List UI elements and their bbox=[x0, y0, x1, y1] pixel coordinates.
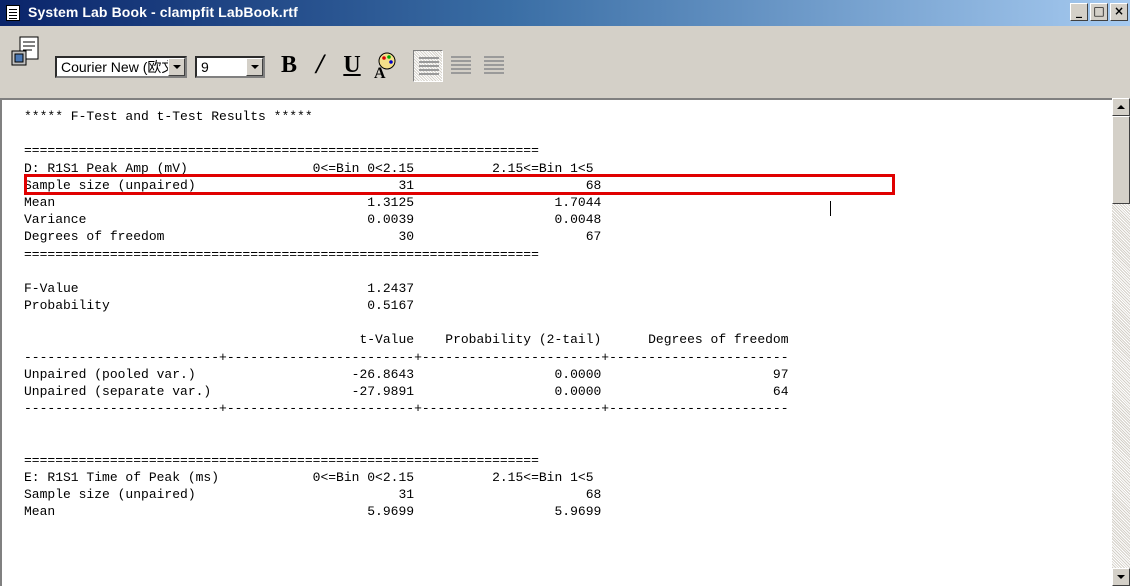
chevron-down-icon[interactable] bbox=[246, 58, 263, 76]
font-name-select[interactable]: Courier New (欧文) bbox=[55, 56, 187, 78]
font-size-value: 9 bbox=[201, 59, 209, 75]
align-center-button[interactable] bbox=[446, 50, 476, 82]
font-color-button[interactable]: A bbox=[370, 50, 402, 82]
document-editor[interactable]: ***** F-Test and t-Test Results ***** ===… bbox=[0, 98, 1112, 586]
align-left-icon bbox=[419, 57, 439, 77]
sample-size-highlight-box bbox=[24, 174, 895, 195]
font-color-label: A bbox=[374, 65, 386, 80]
window-controls: _ □ × bbox=[1070, 3, 1128, 21]
document-line: -------------------------+--------------… bbox=[24, 349, 789, 365]
document-icon bbox=[6, 5, 20, 21]
align-right-button[interactable] bbox=[479, 50, 509, 82]
document-line: E: R1S1 Time of Peak (ms) 0<=Bin 0<2.15 … bbox=[24, 469, 594, 485]
italic-button[interactable]: / bbox=[303, 49, 336, 80]
document-line: ***** F-Test and t-Test Results ***** bbox=[24, 109, 313, 124]
close-button[interactable]: × bbox=[1110, 3, 1128, 21]
vertical-scrollbar[interactable] bbox=[1112, 98, 1130, 586]
chevron-down-icon[interactable] bbox=[168, 58, 185, 76]
align-center-icon bbox=[451, 56, 471, 76]
scroll-down-button[interactable] bbox=[1112, 568, 1130, 586]
document-line: Mean 5.9699 5.9699 bbox=[24, 504, 602, 520]
document-line: Variance 0.0039 0.0048 bbox=[24, 212, 602, 228]
maximize-button[interactable]: □ bbox=[1090, 3, 1108, 21]
font-name-value: Courier New (欧文) bbox=[61, 59, 181, 75]
format-toolbar: Courier New (欧文) 9 B / U A bbox=[0, 26, 1130, 99]
title-bar[interactable]: System Lab Book - clampfit LabBook.rtf _… bbox=[0, 0, 1130, 26]
document-line: Mean 1.3125 1.7044 bbox=[24, 194, 602, 210]
align-left-button[interactable] bbox=[413, 50, 443, 82]
document-line: -------------------------+--------------… bbox=[24, 401, 789, 417]
document-line: ========================================… bbox=[24, 246, 539, 262]
font-size-select[interactable]: 9 bbox=[195, 56, 265, 78]
document-text[interactable]: ***** F-Test and t-Test Results ***** ===… bbox=[24, 108, 789, 521]
scroll-up-button[interactable] bbox=[1112, 98, 1130, 116]
document-line: ========================================… bbox=[24, 143, 539, 159]
page-setup-icon[interactable] bbox=[10, 35, 44, 69]
color-palette-icon: A bbox=[374, 52, 396, 82]
window-title: System Lab Book - clampfit LabBook.rtf bbox=[28, 4, 298, 20]
scroll-thumb[interactable] bbox=[1112, 116, 1130, 204]
minimize-button[interactable]: _ bbox=[1070, 3, 1088, 21]
document-line: Unpaired (separate var.) -27.9891 0.0000… bbox=[24, 384, 789, 399]
bold-button[interactable]: B bbox=[275, 50, 303, 80]
document-line: Unpaired (pooled var.) -26.8643 0.0000 9… bbox=[24, 366, 789, 382]
text-caret bbox=[830, 201, 831, 216]
underline-button[interactable]: U bbox=[338, 50, 366, 80]
document-line: ========================================… bbox=[24, 452, 539, 468]
document-line: Sample size (unpaired) 31 68 bbox=[24, 487, 602, 503]
document-line: Degrees of freedom 30 67 bbox=[24, 229, 602, 245]
document-line: F-Value 1.2437 bbox=[24, 280, 415, 296]
document-line: Probability 0.5167 bbox=[24, 298, 415, 314]
document-line: t-Value Probability (2-tail) Degrees of … bbox=[24, 332, 789, 348]
align-right-icon bbox=[484, 56, 504, 76]
